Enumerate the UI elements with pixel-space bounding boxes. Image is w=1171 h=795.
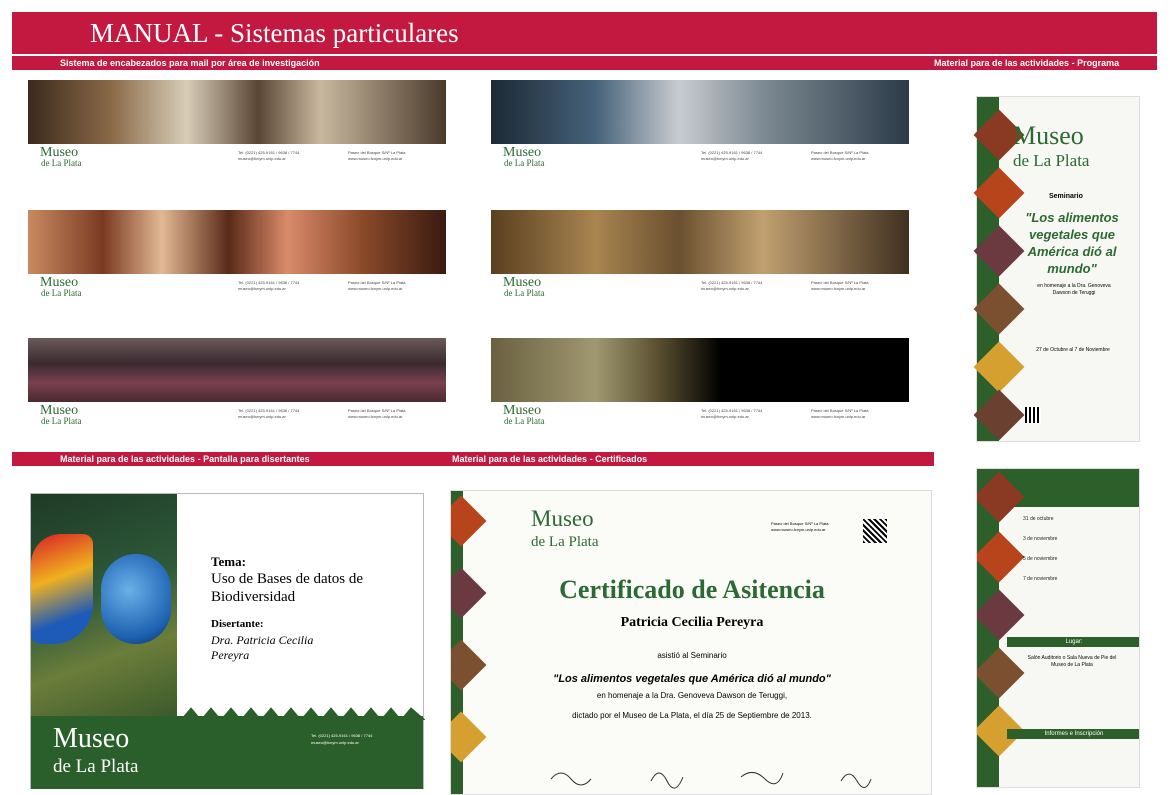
parrot-frog-photo (31, 494, 177, 716)
info-label: Informes e Inscripción (1007, 729, 1139, 739)
green-footer: Museo de La Plata Tel. (0221) 425-9161 / … (31, 707, 425, 789)
masks-photo (28, 210, 446, 274)
mail-header-banner: Museo de La Plata Tel. (0221) 425-9161 / … (28, 210, 446, 314)
skeleton-photo (28, 80, 446, 144)
contact-text: Paseo del Bosque S/Nº La Plata www.museo… (348, 280, 406, 291)
qr-code-icon (1025, 407, 1041, 423)
place-label: Lugar: (1007, 637, 1139, 647)
contact-text: Paseo del Bosque S/Nº La Plata www.museo… (811, 408, 869, 419)
mail-header-banner: Museo de La Plata Tel. (0221) 425-9161 / … (28, 80, 446, 184)
mail-header-banner: Museo de La Plata Tel. (0221) 425-9161 / … (28, 338, 446, 442)
speaker-name: Dra. Patricia Cecilia Pereyra (211, 633, 314, 662)
topic-label: Tema: (211, 554, 246, 569)
qr-code-icon (863, 519, 887, 543)
contact-text: Tel. (0221) 425-9161 / 9638 / 7744 museo… (701, 280, 763, 291)
certificate-line: dictado por el Museo de La Plata, el día… (572, 711, 812, 720)
seminar-dates: 27 de Octubre al 7 de Noviembre (1036, 347, 1110, 353)
topic-text: Uso de Bases de datos de Biodiversidad (211, 571, 364, 605)
section-certificates: Material para de las actividades - Certi… (452, 454, 648, 464)
diorama-photo (491, 210, 909, 274)
seminar-label: Seminario (1049, 193, 1083, 200)
place-text: Salón Auditorio o Sala Nueva de Pie del … (1027, 655, 1117, 668)
contact-text: Tel. (0221) 425-9161 / 9638 / 7744 museo… (238, 150, 300, 161)
contact-text: Paseo del Bosque S/Nº La Plata www.museo… (771, 521, 829, 532)
contact-text: Tel. (0221) 425-9161 / 9638 / 7744 museo… (701, 150, 763, 161)
section-mail-headers: Sistema de encabezados para mail por áre… (60, 58, 320, 68)
certificate-line: asistió al Seminario (657, 651, 727, 660)
museum-logo: Museo de La Plata (40, 403, 82, 427)
contact-text: Tel. (0221) 425-9161 / 9638 / 7744 museo… (238, 408, 300, 419)
museum-logo: Museo de La Plata (531, 506, 599, 550)
contact-text: Tel. (0221) 425-9161 / 9638 / 7744 museo… (238, 280, 300, 291)
contact-text: Tel. (0221) 425-9161 / 9638 / 7744 museo… (311, 733, 373, 745)
certificate-title: Certificado de Asitencia (559, 575, 825, 604)
stone-photo (491, 338, 909, 402)
signatures (550, 772, 872, 789)
seminar-homage: en homenaje a la Dra. Genoveva Dawson de… (1037, 283, 1111, 296)
section-bar-bottom: Material para de las actividades - Panta… (12, 452, 934, 466)
certificate-line: en homenaje a la Dra. Genoveva Dawson de… (596, 691, 788, 700)
seminar-name: "Los alimentos vegetales que América dió… (553, 673, 831, 685)
museum-logo: Museo de La Plata (1013, 121, 1090, 171)
manual-title-bar: MANUAL - Sistemas particulares (12, 12, 1157, 54)
museum-logo: Museo de La Plata (503, 403, 545, 427)
museum-logo: Museo de La Plata (503, 145, 545, 169)
octopus-photo (28, 338, 446, 402)
museum-logo: Museo de La Plata (40, 145, 82, 169)
seminar-title: "Los alimentos vegetales que América dió… (1025, 210, 1119, 276)
mail-header-banner: Museo de La Plata Tel. (0221) 425-9161 / … (491, 338, 909, 442)
museum-logo: Museo de La Plata (40, 275, 82, 299)
program-schedule-panel: 31 de octubre 3 de noviembre 5 de noviem… (976, 468, 1140, 788)
page-title: MANUAL - Sistemas particulares (90, 18, 459, 48)
schedule-list: 31 de octubre 3 de noviembre 5 de noviem… (1023, 516, 1058, 582)
section-bar-top: Sistema de encabezados para mail por áre… (12, 56, 1157, 70)
contact-text: Paseo del Bosque S/Nº La Plata www.museo… (811, 150, 869, 161)
contact-text: Paseo del Bosque S/Nº La Plata www.museo… (348, 150, 406, 161)
presenter-slide: Tema: Uso de Bases de datos de Biodivers… (30, 493, 425, 789)
program-brochure: Museo de La Plata Seminario "Los alimento… (973, 96, 1140, 442)
attendance-certificate: Museo de La Plata Paseo del Bosque S/Nº L… (450, 490, 932, 795)
contact-text: Paseo del Bosque S/Nº La Plata www.museo… (811, 280, 869, 291)
contact-text: Paseo del Bosque S/Nº La Plata www.museo… (348, 408, 406, 419)
attendee-name: Patricia Cecilia Pereyra (620, 615, 764, 630)
section-program: Material para de las actividades - Progr… (934, 58, 1120, 68)
zigzag-border-icon (180, 707, 425, 720)
exhibit-photo (491, 80, 909, 144)
mail-header-banner: Museo de La Plata Tel. (0221) 425-9161 / … (491, 210, 909, 314)
museum-logo: Museo de La Plata (503, 275, 545, 299)
speaker-label: Disertante: (211, 618, 264, 630)
contact-text: Tel. (0221) 425-9161 / 9638 / 7744 museo… (701, 408, 763, 419)
section-slides: Material para de las actividades - Panta… (60, 454, 310, 464)
museum-logo: Museo de La Plata (53, 723, 139, 778)
mail-header-banner: Museo de La Plata Tel. (0221) 425-9161 / … (491, 80, 909, 184)
